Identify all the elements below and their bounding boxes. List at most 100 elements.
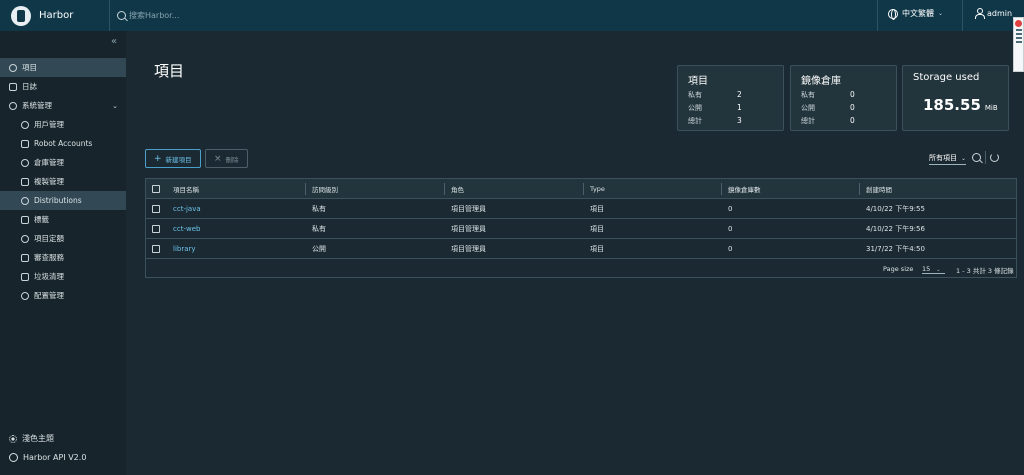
username: admin xyxy=(987,8,1013,18)
sidebar-item-interrogation[interactable]: 審查服務 xyxy=(0,248,126,267)
button-label: 新建項目 xyxy=(165,155,192,164)
sidebar-item-admin[interactable]: 系統管理 ⌄ xyxy=(0,96,126,115)
api-link[interactable]: Harbor API V2.0 xyxy=(9,453,86,462)
user-icon xyxy=(9,63,17,72)
column-header-repo-count[interactable]: 鏡像倉庫數 xyxy=(728,179,761,199)
collapse-sidebar-icon[interactable]: « xyxy=(111,36,117,47)
gear-icon xyxy=(21,291,29,300)
row-checkbox[interactable] xyxy=(152,225,160,233)
card-title: 項目 xyxy=(688,76,708,87)
table-row[interactable]: library 公開 項目管理員 項目 0 31/7/22 下午4:50 xyxy=(146,239,1016,259)
column-header-role[interactable]: 角色 xyxy=(451,179,464,199)
table-header-row: 項目名稱 訪問級別 角色 Type 鏡像倉庫數 創建時間 xyxy=(146,179,1016,199)
sidebar-item-logs[interactable]: 日誌 xyxy=(0,77,126,96)
sidebar-item-garbage-collection[interactable]: 垃圾清理 xyxy=(0,267,126,286)
card-row-label: 私有 xyxy=(801,91,815,99)
project-name-link[interactable]: cct-java xyxy=(173,199,201,219)
user-menu[interactable]: admin xyxy=(975,8,1013,19)
page-title: 項目 xyxy=(154,62,185,80)
table-row[interactable]: cct-java 私有 項目管理員 項目 0 4/10/22 下午9:55 xyxy=(146,199,1016,219)
card-title: 鏡像倉庫 xyxy=(801,76,841,87)
repositories-summary-card: 鏡像倉庫 私有 0 公開 0 總計 0 xyxy=(790,65,897,131)
sidebar-item-robot-accounts[interactable]: Robot Accounts xyxy=(0,134,126,153)
users-icon xyxy=(21,120,29,129)
page-count: 1 - 3 共計 3 條記錄 xyxy=(956,267,1014,275)
storage-summary-card: Storage used 185.55 MiB xyxy=(902,65,1009,131)
search-icon xyxy=(117,11,126,20)
table-row[interactable]: cct-web 私有 項目管理員 項目 0 4/10/22 下午9:56 xyxy=(146,219,1016,239)
quota-icon xyxy=(21,234,29,243)
refresh-icon[interactable] xyxy=(990,153,999,162)
button-label: 刪除 xyxy=(225,155,239,164)
sidebar-item-quotas[interactable]: 項目定額 xyxy=(0,229,126,248)
shield-icon xyxy=(21,253,29,262)
card-row-value: 3 xyxy=(737,116,742,125)
sidebar-item-projects[interactable]: 項目 xyxy=(0,58,126,77)
project-name-link[interactable]: cct-web xyxy=(173,219,200,239)
row-checkbox[interactable] xyxy=(152,245,160,253)
toolbar-divider xyxy=(985,151,986,164)
harbor-logo-icon[interactable] xyxy=(11,5,31,26)
table-cell: 項目管理員 xyxy=(451,245,486,253)
delete-button[interactable]: × 刪除 xyxy=(205,149,248,168)
table-cell: 31/7/22 下午4:50 xyxy=(866,245,925,253)
chevron-down-icon: ⌄ xyxy=(938,10,944,17)
language-label: 中文繁體 xyxy=(902,9,934,18)
card-title: Storage used xyxy=(913,72,980,83)
card-row-value: 1 xyxy=(737,103,742,112)
search-input[interactable]: 搜索Harbor... xyxy=(129,10,179,21)
global-search[interactable]: 搜索Harbor... xyxy=(117,10,179,21)
chevron-down-icon: ⌄ xyxy=(961,154,967,162)
table-cell: 項目管理員 xyxy=(451,205,486,213)
table-cell: 項目管理員 xyxy=(451,225,486,233)
sun-icon xyxy=(9,434,17,443)
sidebar-item-users[interactable]: 用戶管理 xyxy=(0,115,126,134)
card-row-value: 2 xyxy=(737,90,742,99)
header-divider xyxy=(962,0,963,31)
replication-icon xyxy=(21,177,29,186)
api-label: Harbor API V2.0 xyxy=(23,453,87,462)
sidebar-item-distributions[interactable]: Distributions xyxy=(0,191,126,210)
select-all-checkbox[interactable] xyxy=(152,185,160,193)
app-title[interactable]: Harbor xyxy=(39,10,109,21)
top-navbar: Harbor 搜索Harbor... xyxy=(0,0,1024,31)
close-icon: × xyxy=(214,153,222,164)
sidebar-item-configuration[interactable]: 配置管理 xyxy=(0,286,126,305)
sidebar-item-label: 垃圾清理 xyxy=(34,272,64,281)
table-cell: 項目 xyxy=(590,225,604,233)
theme-toggle[interactable]: 淺色主題 xyxy=(9,433,54,444)
sidebar-item-replications[interactable]: 複製管理 xyxy=(0,172,126,191)
column-header-type[interactable]: Type xyxy=(590,179,605,199)
card-row-label: 公開 xyxy=(688,104,702,112)
tag-icon xyxy=(21,215,29,224)
row-checkbox[interactable] xyxy=(152,205,160,213)
column-header-created[interactable]: 創建時間 xyxy=(866,179,892,199)
floating-feedback-widget[interactable] xyxy=(1013,17,1024,72)
log-icon xyxy=(9,82,17,91)
column-header-access[interactable]: 訪問級別 xyxy=(312,179,338,199)
page-size-label: Page size xyxy=(883,265,914,273)
project-filter-select[interactable]: 所有項目 ⌄ xyxy=(929,153,967,165)
sidebar-item-labels[interactable]: 標籤 xyxy=(0,210,126,229)
sidebar-item-label: 日誌 xyxy=(22,82,37,91)
sidebar-item-label: Distributions xyxy=(34,196,82,205)
card-row-label: 公開 xyxy=(801,104,815,112)
sidebar-item-label: 配置管理 xyxy=(34,291,64,300)
language-selector[interactable]: 中文繁體 ⌄ xyxy=(888,8,944,20)
sidebar: « 項目 日誌 系統管理 ⌄ 用戶管理 Robot Accounts 倉庫管理 … xyxy=(0,31,126,475)
card-row-label: 私有 xyxy=(688,91,702,99)
table-cell: 4/10/22 下午9:55 xyxy=(866,205,925,213)
header-divider xyxy=(109,0,110,31)
search-icon[interactable] xyxy=(972,153,981,162)
sidebar-item-label: 標籤 xyxy=(34,215,49,224)
column-header-name[interactable]: 項目名稱 xyxy=(173,179,199,199)
close-icon[interactable] xyxy=(1015,20,1022,27)
projects-table: 項目名稱 訪問級別 角色 Type 鏡像倉庫數 創建時間 cct-java 私有… xyxy=(145,178,1017,278)
sidebar-item-registries[interactable]: 倉庫管理 xyxy=(0,153,126,172)
plus-icon: + xyxy=(154,153,162,164)
storage-number: 185.55 xyxy=(923,96,981,114)
sidebar-item-label: 項目 xyxy=(22,63,37,72)
project-name-link[interactable]: library xyxy=(173,239,196,259)
new-project-button[interactable]: + 新建項目 xyxy=(145,149,201,168)
page-size-select[interactable]: 15 ⌄ xyxy=(922,265,946,274)
